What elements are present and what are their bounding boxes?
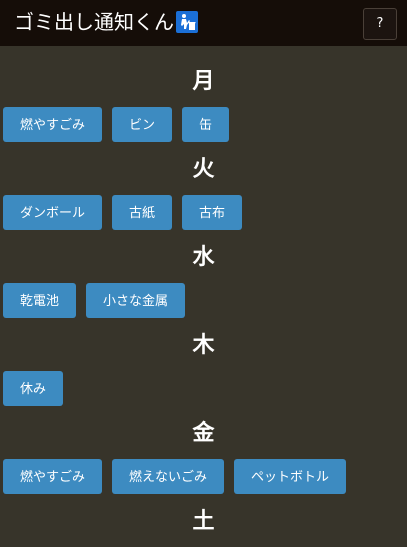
day-section: 金燃やすごみ 燃えないごみ ペットボトル — [0, 416, 407, 494]
day-heading: 金 — [192, 421, 215, 446]
day-section: 火ダンボール 古紙 古布 — [0, 152, 407, 230]
garbage-item-list: ダンボール 古紙 古布 — [0, 195, 407, 230]
day-section: 木休み — [0, 328, 407, 406]
day-section: 水乾電池 小さな金属 — [0, 240, 407, 318]
day-heading: 火 — [192, 157, 215, 182]
garbage-item-button[interactable]: 古布 — [182, 195, 243, 230]
garbage-item-list: 燃やすごみ ビン缶 — [0, 107, 407, 142]
garbage-item-button[interactable]: 燃やすごみ — [3, 459, 103, 494]
garbage-item-button[interactable]: 古紙 — [112, 195, 173, 230]
garbage-item-button[interactable]: 乾電池 — [3, 283, 77, 318]
garbage-item-list: 乾電池 小さな金属 — [0, 283, 407, 318]
garbage-item-button[interactable]: 燃えないごみ — [112, 459, 225, 494]
garbage-item-button[interactable]: 燃やすごみ — [3, 107, 103, 142]
app-title-text: ゴミ出し通知くん — [14, 10, 174, 34]
garbage-item-button[interactable]: 缶 — [182, 107, 230, 142]
day-heading: 土 — [192, 509, 215, 534]
garbage-item-button[interactable]: ペットボトル — [234, 459, 347, 494]
help-button[interactable]: ? — [363, 8, 397, 40]
garbage-item-list: 燃やすごみ 燃えないごみ ペットボトル — [0, 459, 407, 494]
app-title: ゴミ出し通知くん — [14, 8, 198, 36]
garbage-item-button[interactable]: ビン — [112, 107, 173, 142]
day-section: 土 — [0, 504, 407, 540]
garbage-item-button[interactable]: ダンボール — [3, 195, 103, 230]
weekly-schedule: 月燃やすごみ ビン缶火ダンボール 古紙 古布水乾電池 小さな金属木休み金燃やすごみ 燃えな… — [0, 64, 407, 547]
garbage-item-button[interactable]: 小さな金属 — [86, 283, 186, 318]
day-section: 月燃やすごみ ビン缶 — [0, 64, 407, 142]
garbage-item-button[interactable]: 休み — [3, 371, 64, 406]
app-header: ゴミ出し通知くん ? — [0, 0, 407, 46]
day-heading: 木 — [192, 333, 215, 358]
garbage-item-list: 休み — [0, 371, 407, 406]
trash-person-icon — [176, 11, 198, 33]
day-heading: 月 — [192, 69, 215, 94]
day-heading: 水 — [192, 245, 215, 270]
